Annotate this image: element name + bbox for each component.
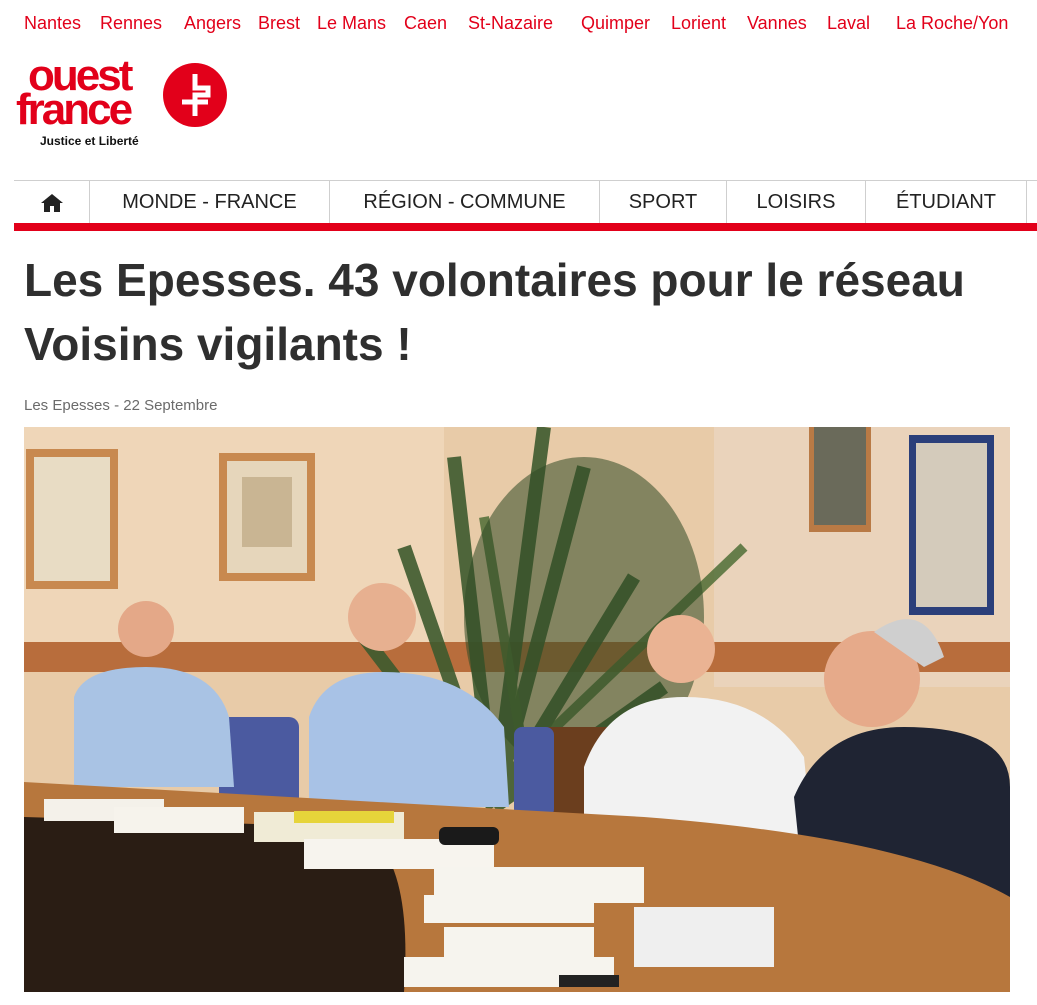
ouest-france-logo[interactable]: ouest france Justice et Liberté — [14, 54, 234, 154]
meta-separator: - — [114, 397, 120, 414]
nav-home[interactable] — [14, 181, 90, 223]
city-links-bar: Nantes Rennes Angers Brest Le Mans Caen … — [0, 0, 1037, 46]
city-link-rennes[interactable]: Rennes — [100, 12, 162, 34]
city-link-nantes[interactable]: Nantes — [24, 12, 81, 34]
nav-etudiant[interactable]: ÉTUDIANT — [866, 181, 1027, 223]
city-link-angers[interactable]: Angers — [184, 12, 241, 34]
article-date: 22 Septembre — [123, 397, 218, 414]
logo-word-france: france — [16, 85, 133, 134]
city-link-st-nazaire[interactable]: St-Nazaire — [468, 12, 553, 34]
city-link-lorient[interactable]: Lorient — [671, 12, 726, 34]
article-photo[interactable] — [24, 427, 1010, 992]
city-link-quimper[interactable]: Quimper — [581, 12, 650, 34]
nav-region-commune[interactable]: RÉGION - COMMUNE — [330, 181, 600, 223]
article-title: Les Epesses. 43 volontaires pour le rése… — [24, 254, 965, 370]
nav-loisirs[interactable]: LOISIRS — [727, 181, 866, 223]
city-link-caen[interactable]: Caen — [404, 12, 447, 34]
city-link-brest[interactable]: Brest — [258, 12, 300, 34]
main-navigation: MONDE - FRANCE RÉGION - COMMUNE SPORT LO… — [14, 180, 1037, 224]
city-link-le-mans[interactable]: Le Mans — [317, 12, 386, 34]
article-location[interactable]: Les Epesses — [24, 397, 110, 414]
nav-sport[interactable]: SPORT — [600, 181, 727, 223]
city-link-vannes[interactable]: Vannes — [747, 12, 807, 34]
logo-slogan: Justice et Liberté — [40, 134, 139, 148]
nav-monde-france[interactable]: MONDE - FRANCE — [90, 181, 330, 223]
home-icon — [41, 194, 63, 212]
logo-circle-icon — [163, 63, 227, 127]
nav-accent-bar — [14, 223, 1037, 231]
meeting-photo-illustration — [24, 427, 1010, 992]
article-meta: Les Epesses - 22 Septembre — [24, 397, 217, 414]
city-link-laval[interactable]: Laval — [827, 12, 870, 34]
city-link-la-roche-yon[interactable]: La Roche/Yon — [896, 12, 1008, 34]
